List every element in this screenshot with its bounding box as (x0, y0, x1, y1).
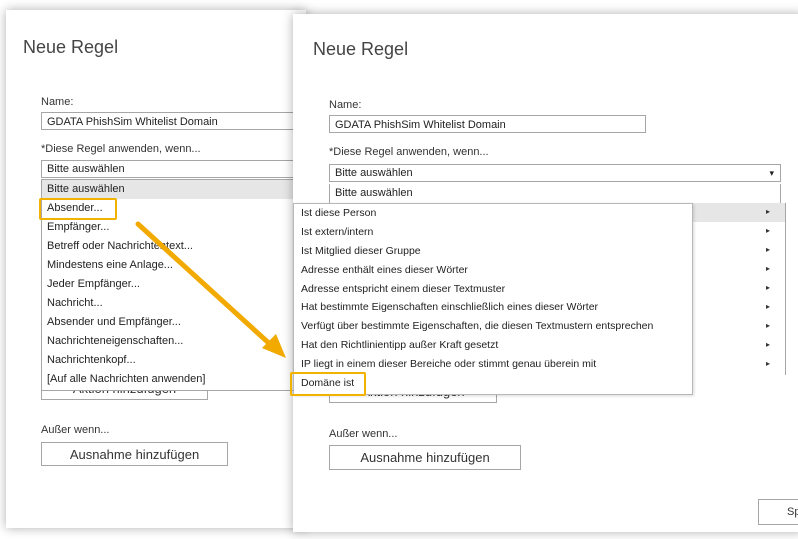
pointer-arrow-icon (135, 221, 286, 358)
